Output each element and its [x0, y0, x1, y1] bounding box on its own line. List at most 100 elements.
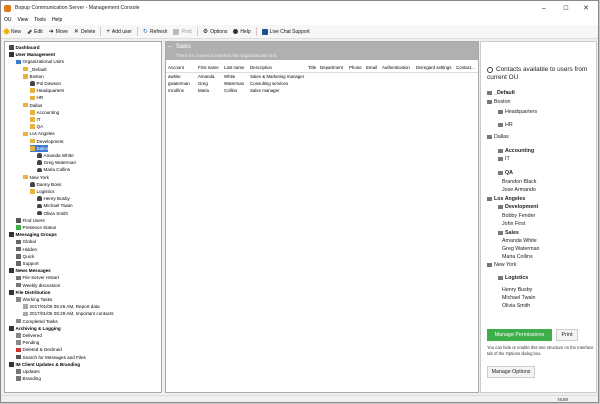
- column-header[interactable]: Last name: [224, 64, 245, 72]
- column-header[interactable]: Title: [308, 64, 316, 72]
- contacts-tree-item: Maria Collins: [502, 254, 533, 260]
- table-row[interactable]: awhite Amanda White Sales & Marketing manag…: [166, 73, 478, 80]
- tree-item[interactable]: Dallas: [23, 102, 42, 109]
- collapse-icon[interactable]: –: [168, 44, 171, 50]
- tree-item[interactable]: Delivered: [16, 332, 42, 339]
- column-header[interactable]: Contact...: [456, 64, 475, 72]
- tree-item-label: Weekly discussion: [22, 282, 61, 288]
- move-button[interactable]: ➜ Move: [46, 28, 71, 36]
- tree-item[interactable]: Los Angeles: [23, 130, 55, 137]
- tree-item[interactable]: QA: [30, 123, 43, 130]
- live-chat-button[interactable]: Live Chat Support: [259, 28, 313, 35]
- tree-item[interactable]: Boston: [23, 73, 44, 80]
- tree-item[interactable]: Hidden: [16, 246, 37, 253]
- tree-item[interactable]: Search for Messages and Files: [16, 354, 86, 361]
- folder-icon: [23, 102, 28, 108]
- tree-item[interactable]: Weekly discussion: [16, 282, 60, 289]
- column-header[interactable]: Phone: [349, 64, 362, 72]
- tree-item-label: Headquarters: [36, 88, 65, 94]
- contacts-tree-item: Henry Busby: [502, 287, 532, 293]
- tree-item[interactable]: 2017/01/05 05:28 AM, Important contacts: [23, 310, 114, 317]
- edit-button[interactable]: Edit: [24, 29, 46, 35]
- tree-item[interactable]: Organizational Units: [16, 58, 64, 65]
- print-button[interactable]: Print: [170, 28, 194, 35]
- tree-item[interactable]: Olivia Smith: [37, 210, 68, 217]
- tree-item[interactable]: Archiving & Logging: [9, 325, 61, 332]
- menu-help[interactable]: Help: [49, 17, 65, 23]
- tree-item[interactable]: Quick: [16, 253, 34, 260]
- folder-icon: [30, 146, 35, 151]
- minimize-button[interactable]: –: [534, 1, 554, 15]
- column-header[interactable]: First name: [198, 64, 219, 72]
- contacts-tree-label: Bobby Fender: [502, 213, 536, 219]
- tree-item[interactable]: News Messages: [9, 267, 51, 274]
- tree-item-label: 2017/01/05 05:28 AM, Important contacts: [29, 311, 114, 317]
- tree-item[interactable]: Pending: [16, 339, 39, 346]
- refresh-button[interactable]: ↻ Refresh: [140, 28, 171, 36]
- tree-item[interactable]: Support: [16, 260, 39, 267]
- column-header[interactable]: Disregard settings: [416, 64, 451, 72]
- tree-item[interactable]: Michael Twain: [37, 202, 73, 209]
- tree-item-label: Search for Messages and Files: [22, 354, 86, 360]
- add-user-button[interactable]: + Add user: [103, 29, 135, 35]
- tree-item[interactable]: Presence Status: [16, 224, 56, 231]
- tree-item[interactable]: Development: [30, 138, 64, 145]
- tree-item[interactable]: Sales: [30, 144, 48, 152]
- search-icon: [16, 354, 21, 360]
- tree-item[interactable]: Completed Tasks: [16, 318, 58, 325]
- message-icon: [16, 282, 21, 288]
- help-button[interactable]: Help: [230, 29, 253, 35]
- menu-view[interactable]: View: [15, 17, 32, 23]
- tree-item[interactable]: Branding: [16, 375, 41, 382]
- tree-item[interactable]: New York: [23, 174, 49, 181]
- tree-item[interactable]: Updates: [16, 368, 40, 375]
- tree-item[interactable]: 2017/01/05 05:26 AM, Report data: [23, 303, 100, 310]
- tree-item[interactable]: _Default: [23, 66, 47, 73]
- menu-tools[interactable]: Tools: [31, 17, 49, 23]
- users-icon: [9, 52, 14, 57]
- print-contacts-button[interactable]: Print: [556, 329, 578, 341]
- column-header[interactable]: Description: [250, 64, 272, 72]
- column-header[interactable]: Email: [366, 64, 377, 72]
- tree-item[interactable]: Henry Busby: [37, 195, 70, 202]
- tree-item-label: IM Client Updates & Branding: [15, 361, 81, 367]
- maximize-button[interactable]: ☐: [556, 1, 576, 15]
- table-cell: Waterman: [224, 81, 245, 86]
- options-button[interactable]: ⚙ Options: [200, 28, 231, 36]
- close-button[interactable]: ✕: [576, 1, 596, 15]
- tree-item[interactable]: Headquarters: [30, 87, 64, 94]
- tree-item[interactable]: Deleted & Declined: [16, 346, 62, 353]
- tree-item[interactable]: Danny Boss: [30, 181, 61, 188]
- tree-item[interactable]: Amanda White: [37, 152, 74, 159]
- column-header[interactable]: Account: [168, 64, 184, 72]
- tree-item[interactable]: Pol Dowson: [30, 80, 61, 87]
- tree-item[interactable]: Logistics: [30, 188, 54, 195]
- tree-item[interactable]: Dashboard: [9, 44, 40, 51]
- tree-item[interactable]: File Distribution: [9, 289, 50, 296]
- tree-item[interactable]: Greg Waterman: [37, 159, 76, 166]
- new-button[interactable]: New: [1, 27, 24, 36]
- tree-item[interactable]: Accounting: [30, 109, 59, 116]
- deleted-icon: [16, 347, 21, 353]
- column-header[interactable]: Authentication: [382, 64, 410, 72]
- tree-item[interactable]: HR: [30, 94, 43, 101]
- tree-item[interactable]: File Server restart: [16, 274, 59, 281]
- edit-icon: [27, 29, 32, 34]
- table-row[interactable]: mcollins Maria Collins Sales manager: [166, 87, 478, 94]
- delete-button[interactable]: ✕ Delete: [71, 28, 98, 36]
- tree-item-label: File Server restart: [22, 275, 60, 281]
- manage-permissions-button[interactable]: Manage Permissions: [487, 329, 552, 341]
- tree-item[interactable]: Global: [16, 238, 36, 245]
- tree-item[interactable]: Working Tasks: [16, 296, 52, 303]
- tree-item[interactable]: Find Users: [16, 217, 45, 224]
- column-header[interactable]: Department: [320, 64, 343, 72]
- tree-item[interactable]: User Management: [9, 51, 55, 58]
- table-row[interactable]: gwaterman Greg Waterman Consulting services: [166, 80, 478, 87]
- folder-icon: [23, 66, 28, 72]
- menu-ou[interactable]: OU: [1, 17, 15, 23]
- tree-item[interactable]: IT: [30, 116, 41, 123]
- tree-item[interactable]: Messaging Groups: [9, 231, 57, 238]
- tree-item[interactable]: Maria Collins: [37, 166, 70, 173]
- tree-item[interactable]: IM Client Updates & Branding: [9, 361, 80, 368]
- manage-options-button[interactable]: Manage Options: [487, 366, 535, 378]
